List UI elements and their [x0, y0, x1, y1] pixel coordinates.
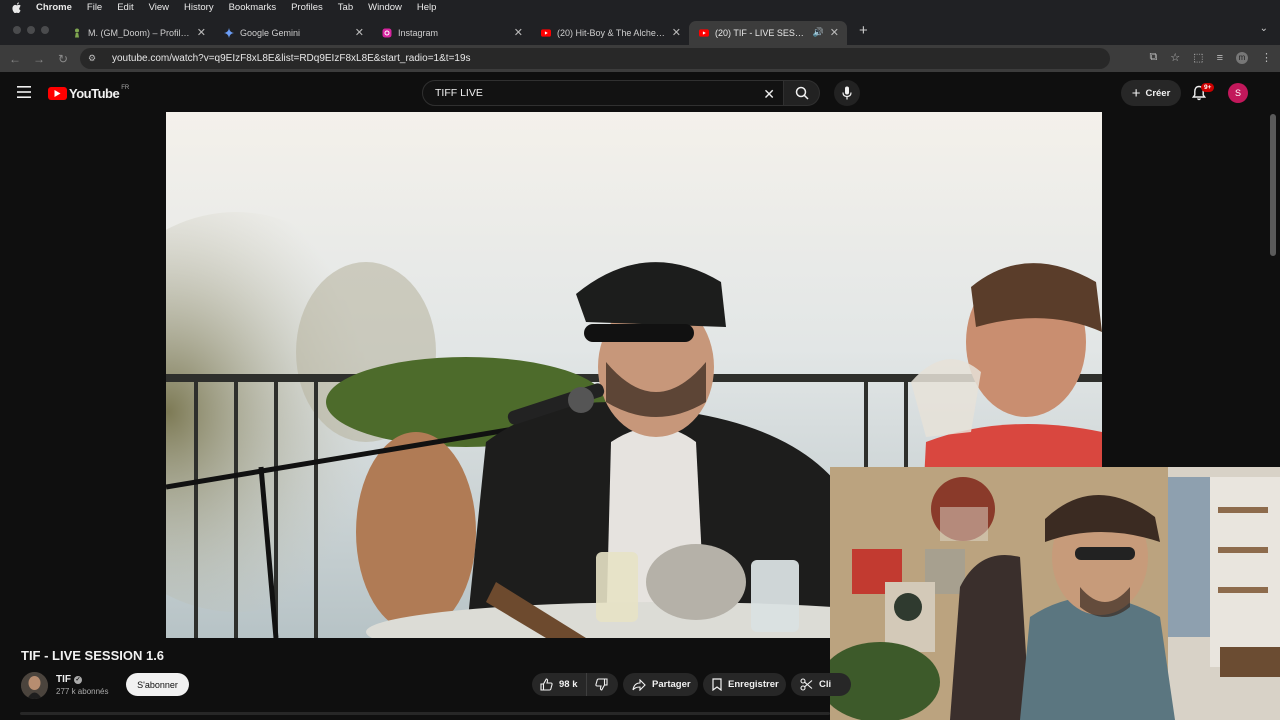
page-scrollbar[interactable] [1270, 114, 1276, 256]
apple-icon[interactable] [12, 2, 22, 13]
region-code: FR [121, 84, 130, 91]
search-query: TIFF LIVE [435, 87, 483, 99]
zoom-window-button[interactable] [41, 26, 49, 34]
menu-profiles[interactable]: Profiles [291, 2, 323, 13]
webcam-frame-image [830, 467, 1280, 720]
microphone-icon [842, 86, 852, 100]
speaker-icon[interactable]: 🔊 [813, 27, 824, 38]
menu-view[interactable]: View [149, 2, 169, 13]
tab-search-chevron-icon[interactable]: ⌄ [1260, 23, 1268, 34]
bookmark-star-icon[interactable]: ☆ [1170, 51, 1180, 64]
search-icon [795, 86, 809, 100]
save-button[interactable]: Enregistrer [703, 673, 786, 696]
profile-avatar[interactable]: m [1236, 51, 1248, 64]
close-tab-icon[interactable]: ✕ [830, 26, 839, 39]
browser-tab[interactable]: Google Gemini ✕ [214, 21, 372, 45]
menu-help[interactable]: Help [417, 2, 437, 13]
chess-pawn-icon [72, 28, 82, 38]
tab-title: (20) TIF - LIVE SESSION 1.6 [715, 27, 809, 38]
tab-title: Google Gemini [240, 27, 301, 38]
search-input[interactable]: TIFF LIVE ✕ [422, 80, 784, 106]
close-tab-icon[interactable]: ✕ [672, 26, 681, 39]
chrome-menu-icon[interactable]: ⋮ [1261, 51, 1272, 64]
tab-title: (20) Hit-Boy & The Alchemist [557, 27, 666, 38]
dislike-button[interactable] [587, 678, 608, 691]
create-label: Créer [1145, 87, 1171, 99]
close-tab-icon[interactable]: ✕ [355, 26, 364, 39]
browser-tab-strip: M. (GM_Doom) – Profil - Che ✕ Google Gem… [0, 15, 1280, 45]
close-window-button[interactable] [13, 26, 21, 34]
scissors-icon [800, 678, 813, 691]
voice-search-button[interactable] [834, 80, 860, 106]
hamburger-menu-icon[interactable] [17, 86, 31, 98]
youtube-header: YouTube FR TIFF LIVE ✕ + Créer 9+ S [0, 72, 1280, 114]
thumbs-up-icon [540, 678, 553, 691]
share-arrow-icon [632, 678, 646, 691]
subscriber-count: 277 k abonnés [56, 687, 109, 696]
save-label: Enregistrer [728, 679, 779, 690]
back-icon[interactable]: ← [3, 52, 27, 66]
menu-tab[interactable]: Tab [338, 2, 353, 13]
menu-app-name[interactable]: Chrome [36, 2, 72, 13]
clip-label: Cli [819, 679, 832, 690]
browser-tab[interactable]: (20) Hit-Boy & The Alchemist ✕ [531, 21, 689, 45]
youtube-wordmark: YouTube [69, 86, 120, 101]
close-tab-icon[interactable]: ✕ [514, 26, 523, 39]
like-button[interactable]: 98 k [532, 673, 587, 696]
menu-file[interactable]: File [87, 2, 102, 13]
bookmark-icon [712, 678, 722, 691]
minimize-window-button[interactable] [27, 26, 35, 34]
reading-list-icon[interactable]: ≡ [1217, 52, 1223, 64]
menu-window[interactable]: Window [368, 2, 402, 13]
like-dislike-group: 98 k [532, 673, 618, 696]
reload-icon[interactable]: ↻ [51, 52, 75, 66]
tab-title: M. (GM_Doom) – Profil - Che [88, 27, 191, 38]
share-button[interactable]: Partager [623, 673, 698, 696]
channel-name-row[interactable]: TIF ✓ [56, 674, 82, 685]
channel-name[interactable]: TIF [56, 674, 71, 685]
like-count: 98 k [559, 679, 578, 690]
share-label: Partager [652, 679, 691, 690]
address-bar[interactable]: ⚙ youtube.com/watch?v=q9EIzF8xL8E&list=R… [80, 48, 1110, 69]
subscribe-button[interactable]: S'abonner [126, 673, 189, 696]
search-button[interactable] [784, 80, 820, 106]
browser-toolbar: ← → ↻ ⚙ youtube.com/watch?v=q9EIzF8xL8E&… [0, 45, 1280, 72]
clip-button[interactable]: Cli [791, 673, 851, 696]
tab-title: Instagram [398, 27, 439, 38]
account-avatar[interactable]: S [1228, 83, 1248, 103]
macos-menu-bar: Chrome File Edit View History Bookmarks … [0, 0, 1280, 15]
thumbs-down-icon [594, 678, 608, 691]
channel-avatar[interactable] [21, 672, 48, 699]
url-text: youtube.com/watch?v=q9EIzF8xL8E&list=RDq… [112, 53, 471, 64]
webcam-overlay [830, 467, 1280, 720]
youtube-logo[interactable]: YouTube FR [48, 84, 130, 101]
window-controls [0, 26, 62, 34]
plus-icon: + [1131, 84, 1141, 102]
menu-edit[interactable]: Edit [117, 2, 133, 13]
youtube-icon [699, 28, 709, 38]
create-button[interactable]: + Créer [1121, 80, 1181, 106]
gemini-sparkle-icon [224, 27, 234, 38]
forward-icon[interactable]: → [27, 52, 51, 66]
new-tab-button[interactable]: + [859, 22, 868, 39]
verified-check-icon: ✓ [74, 675, 82, 684]
menu-history[interactable]: History [184, 2, 214, 13]
youtube-play-icon [48, 87, 67, 100]
browser-tab-active[interactable]: (20) TIF - LIVE SESSION 1.6 🔊 ✕ [689, 20, 847, 45]
menu-bookmarks[interactable]: Bookmarks [229, 2, 277, 13]
instagram-icon [382, 28, 392, 38]
browser-tab[interactable]: M. (GM_Doom) – Profil - Che ✕ [62, 21, 214, 45]
site-settings-icon[interactable]: ⚙ [88, 53, 100, 64]
youtube-icon [541, 28, 551, 38]
extensions-icon[interactable]: ⬚ [1193, 51, 1203, 64]
description-box-edge [20, 712, 830, 715]
clear-search-icon[interactable]: ✕ [763, 86, 775, 103]
notification-count-badge: 9+ [1201, 83, 1215, 92]
toolbar-actions: ⧉ ☆ ⬚ ≡ m ⋮ [1149, 51, 1272, 64]
install-app-icon[interactable]: ⧉ [1149, 51, 1157, 64]
video-title: TIF - LIVE SESSION 1.6 [21, 648, 165, 663]
browser-tab[interactable]: Instagram ✕ [372, 21, 531, 45]
close-tab-icon[interactable]: ✕ [197, 26, 206, 39]
